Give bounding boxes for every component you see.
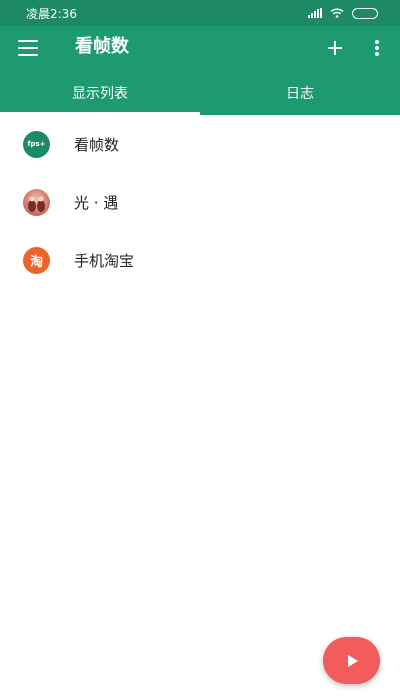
app-list: fps+ 看帧数 光 · 遇 淘 手机淘宝 xyxy=(0,115,400,289)
tab-display-list[interactable]: 显示列表 xyxy=(0,71,200,115)
taobao-icon: 淘 xyxy=(23,246,50,274)
sky-game-icon xyxy=(23,188,50,216)
tab-bar: 显示列表 日志 xyxy=(0,71,400,115)
wifi-icon xyxy=(330,8,344,18)
tab-log[interactable]: 日志 xyxy=(200,71,400,115)
list-item-label: 看帧数 xyxy=(74,135,120,154)
start-button[interactable] xyxy=(323,637,380,684)
signal-icon xyxy=(308,8,322,18)
play-icon xyxy=(348,654,358,667)
list-item[interactable]: 淘 手机淘宝 xyxy=(0,231,400,289)
status-bar: 凌晨2:36 xyxy=(0,0,400,26)
status-icons xyxy=(308,7,378,19)
more-options-icon[interactable] xyxy=(371,38,383,58)
tab-label: 日志 xyxy=(286,86,314,102)
add-icon[interactable] xyxy=(324,37,346,59)
battery-icon xyxy=(352,7,378,19)
tab-label: 显示列表 xyxy=(72,86,128,102)
list-item-label: 手机淘宝 xyxy=(74,251,135,270)
app-title: 看帧数 xyxy=(75,36,129,57)
taobao-icon-text: 淘 xyxy=(29,254,43,270)
app-bar: 看帧数 xyxy=(0,26,400,71)
list-item[interactable]: 光 · 遇 xyxy=(0,173,400,231)
status-time: 凌晨2:36 xyxy=(26,6,77,21)
fps-icon-text: fps+ xyxy=(27,140,46,148)
menu-icon[interactable] xyxy=(18,40,38,56)
list-item-label: 光 · 遇 xyxy=(74,193,119,212)
fps-app-icon: fps+ xyxy=(23,130,50,158)
list-item[interactable]: fps+ 看帧数 xyxy=(0,115,400,173)
